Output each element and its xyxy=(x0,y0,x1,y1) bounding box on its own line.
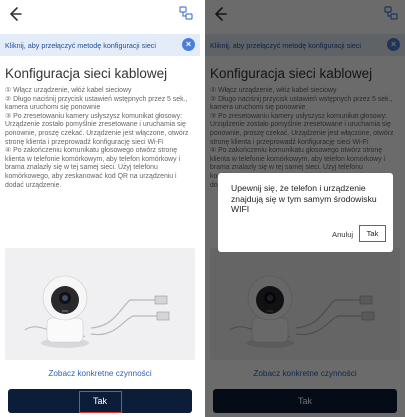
instructions: ① Włącz urządzenie, włóż kabel sieciowy … xyxy=(5,87,197,190)
page-title: Konfiguracja sieci kablowej xyxy=(5,66,168,81)
camera-illustration xyxy=(5,248,195,360)
view-steps-link[interactable]: Zobacz konkretne czynności xyxy=(0,369,200,378)
cancel-button[interactable]: Anuluj xyxy=(332,230,353,239)
stage: Kliknij, aby przełączyć metodę konfigura… xyxy=(0,0,405,417)
instruction-step: ④ Po zakończeniu komunikatu głosowego ot… xyxy=(5,147,181,189)
camera-cable-illustration xyxy=(24,275,170,348)
dialog-message: Upewnij się, że telefon i urządzenie zna… xyxy=(231,183,377,215)
wifi-confirm-dialog: Upewnij się, że telefon i urządzenie zna… xyxy=(218,173,393,252)
instruction-step: ② Długo naciśnij przycisk ustawień wstęp… xyxy=(5,95,188,112)
highlight-box xyxy=(79,391,122,413)
close-icon[interactable]: × xyxy=(182,38,195,51)
wired-setup-screen: Kliknij, aby przełączyć metodę konfigura… xyxy=(0,0,200,417)
wired-setup-screen-with-dialog: Kliknij, aby przełączyć metodę konfigura… xyxy=(205,0,405,417)
banner-text: Kliknij, aby przełączyć metodę konfigura… xyxy=(5,40,157,50)
top-bar xyxy=(0,0,200,32)
ok-button[interactable]: Tak xyxy=(359,225,386,242)
instruction-step: ① Włącz urządzenie, włóż kabel sieciowy xyxy=(5,87,132,94)
back-arrow-icon[interactable] xyxy=(6,5,24,23)
instruction-step: ③ Po zresetowaniu kamery usłyszysz komun… xyxy=(5,112,189,146)
switch-method-banner[interactable]: Kliknij, aby przełączyć metodę konfigura… xyxy=(0,34,200,56)
network-switch-icon[interactable] xyxy=(178,5,194,21)
